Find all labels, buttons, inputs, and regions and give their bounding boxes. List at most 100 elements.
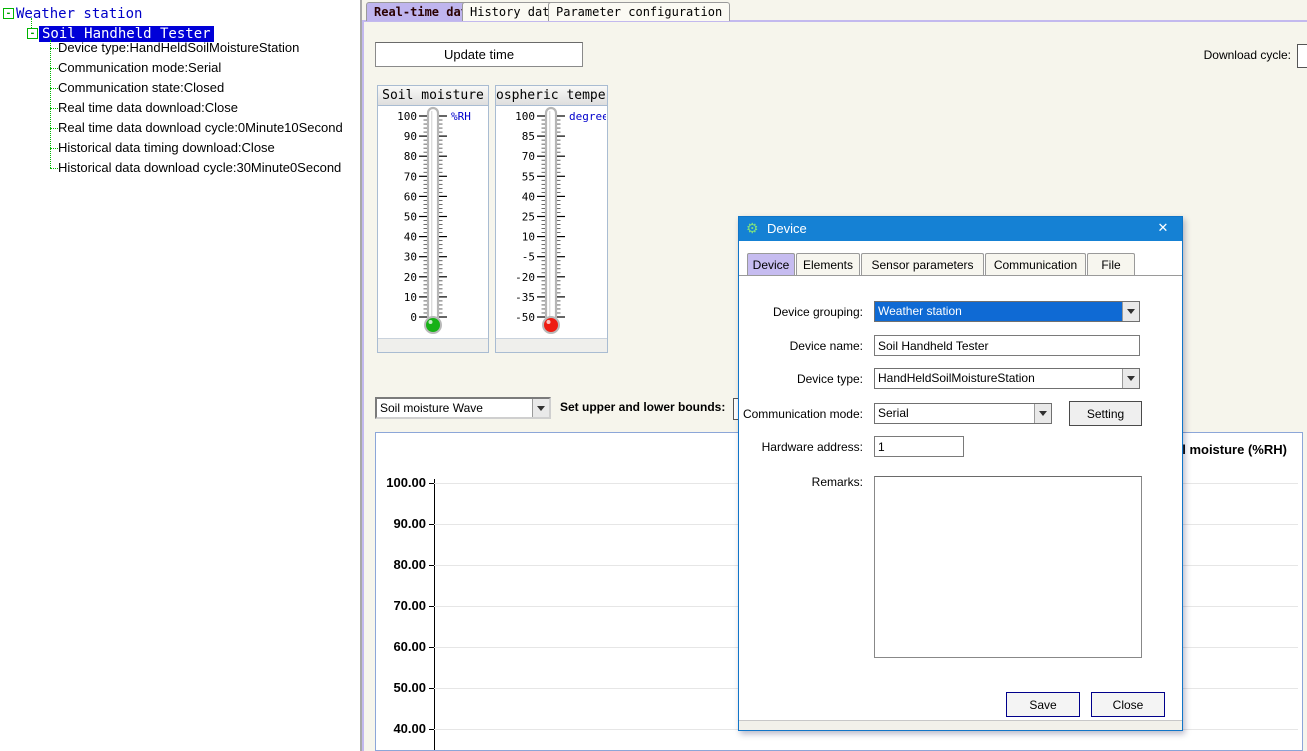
- collapse-icon-root[interactable]: -: [3, 8, 14, 19]
- svg-text:0: 0: [410, 311, 417, 324]
- collapse-icon-device[interactable]: -: [27, 28, 38, 39]
- svg-text:50: 50: [404, 211, 417, 224]
- device-grouping-label: Device grouping:: [739, 305, 863, 319]
- tree-connector: [50, 108, 58, 109]
- tree-leaf-historical-cycle[interactable]: Historical data download cycle:30Minute0…: [58, 158, 341, 178]
- chart-tick: [429, 688, 434, 689]
- chart-ytick-label: 100.00: [376, 475, 426, 490]
- tree-leaf-realtime-download[interactable]: Real time data download:Close: [58, 98, 238, 118]
- svg-text:55: 55: [522, 170, 535, 183]
- tree-connector: [50, 128, 58, 129]
- soil-moisture-thermometer: 1009080706050403020100%RH: [378, 106, 488, 338]
- gauge-title-atmospheric-temperature: ospheric temperat: [496, 86, 607, 106]
- chart-tick: [429, 729, 434, 730]
- svg-text:degree: degree: [569, 110, 606, 123]
- gauge-footer: [378, 338, 488, 352]
- save-button[interactable]: Save: [1006, 692, 1080, 717]
- communication-mode-combo[interactable]: Serial: [874, 403, 1052, 424]
- device-grouping-value: Weather station: [875, 302, 1122, 321]
- chart-y-axis: [434, 479, 435, 750]
- communication-mode-label: Communication mode:: [739, 407, 863, 421]
- dialog-tab-sensor-parameters[interactable]: Sensor parameters: [861, 253, 984, 276]
- soil-moisture-gauge: Soil moisture 1009080706050403020100%RH: [377, 85, 489, 353]
- dialog-tab-file[interactable]: File: [1087, 253, 1135, 276]
- gear-icon: ⚙: [746, 220, 759, 237]
- chevron-down-icon[interactable]: [1034, 404, 1051, 423]
- device-type-label: Device type:: [739, 372, 863, 386]
- svg-text:70: 70: [404, 170, 417, 183]
- chart-tick: [429, 524, 434, 525]
- dialog-tab-device[interactable]: Device: [747, 253, 795, 276]
- bounds-label: Set upper and lower bounds:: [560, 400, 725, 414]
- tree-connector: [50, 148, 58, 149]
- atmospheric-temperature-gauge: ospheric temperat 100857055402510-5-20-3…: [495, 85, 608, 353]
- tree-node-weather-station[interactable]: Weather station: [16, 4, 142, 22]
- chevron-down-icon[interactable]: [532, 399, 549, 417]
- svg-text:%RH: %RH: [451, 110, 471, 123]
- device-name-input[interactable]: [874, 335, 1140, 356]
- svg-text:-20: -20: [515, 271, 535, 284]
- dialog-footer: [739, 720, 1182, 730]
- chart-tick: [429, 647, 434, 648]
- svg-text:-5: -5: [522, 251, 535, 264]
- device-type-combo[interactable]: HandHeldSoilMoistureStation: [874, 368, 1140, 389]
- tree-leaf-communication-state[interactable]: Communication state:Closed: [58, 78, 224, 98]
- chart-ytick-label: 80.00: [376, 557, 426, 572]
- svg-text:40: 40: [404, 231, 417, 244]
- chart-ytick-label: 50.00: [376, 680, 426, 695]
- gauge-title-soil-moisture: Soil moisture: [378, 86, 488, 106]
- svg-text:100: 100: [397, 110, 417, 123]
- close-icon[interactable]: ✕: [1154, 220, 1172, 236]
- gauge-footer: [496, 338, 607, 352]
- chart-tick: [429, 565, 434, 566]
- device-dialog: ⚙ Device ✕ Device Elements Sensor parame…: [738, 216, 1183, 731]
- device-tree-panel: - Weather station - Soil Handheld Tester…: [0, 0, 362, 751]
- chart-tick: [429, 483, 434, 484]
- chart-ytick-label: 40.00: [376, 721, 426, 736]
- close-button[interactable]: Close: [1091, 692, 1165, 717]
- hardware-address-label: Hardware address:: [739, 440, 863, 454]
- remarks-label: Remarks:: [739, 475, 863, 489]
- atmospheric-temperature-thermometer: 100857055402510-5-20-35-50degree: [496, 106, 607, 338]
- chevron-down-icon[interactable]: [1122, 302, 1139, 321]
- setting-button[interactable]: Setting: [1069, 401, 1142, 426]
- svg-text:40: 40: [522, 190, 535, 203]
- svg-text:80: 80: [404, 150, 417, 163]
- tree-leaf-communication-mode[interactable]: Communication mode:Serial: [58, 58, 221, 78]
- device-grouping-combo[interactable]: Weather station: [874, 301, 1140, 322]
- tree-connector: [50, 68, 58, 69]
- chevron-down-icon[interactable]: [1122, 369, 1139, 388]
- dialog-title: Device: [767, 221, 807, 236]
- dialog-tab-elements[interactable]: Elements: [796, 253, 860, 276]
- svg-text:20: 20: [404, 271, 417, 284]
- device-name-label: Device name:: [739, 339, 863, 353]
- svg-text:90: 90: [404, 130, 417, 143]
- svg-text:85: 85: [522, 130, 535, 143]
- tree-connector: [50, 88, 58, 89]
- remarks-textarea[interactable]: [874, 476, 1142, 658]
- dialog-tab-divider: [739, 275, 1182, 276]
- download-cycle-label: Download cycle:: [1204, 48, 1291, 62]
- svg-text:100: 100: [515, 110, 535, 123]
- svg-text:10: 10: [404, 291, 417, 304]
- chart-ytick-label: 90.00: [376, 516, 426, 531]
- wave-select-value: Soil moisture Wave: [377, 399, 532, 417]
- tree-connector: [50, 48, 58, 49]
- tree-leaf-realtime-cycle[interactable]: Real time data download cycle:0Minute10S…: [58, 118, 343, 138]
- tree-root-label: Weather station: [16, 6, 142, 22]
- svg-text:-35: -35: [515, 291, 535, 304]
- svg-text:30: 30: [404, 251, 417, 264]
- svg-text:60: 60: [404, 190, 417, 203]
- device-type-value: HandHeldSoilMoistureStation: [875, 369, 1122, 388]
- dialog-titlebar[interactable]: ⚙ Device ✕: [739, 217, 1182, 241]
- tab-parameter-configuration[interactable]: Parameter configuration: [548, 2, 730, 21]
- tree-leaf-device-type[interactable]: Device type:HandHeldSoilMoistureStation: [58, 38, 299, 58]
- download-cycle-input[interactable]: [1297, 44, 1307, 68]
- chart-ytick-label: 70.00: [376, 598, 426, 613]
- dialog-tab-communication[interactable]: Communication: [985, 253, 1086, 276]
- communication-mode-value: Serial: [875, 404, 1034, 423]
- tree-leaf-historical-download[interactable]: Historical data timing download:Close: [58, 138, 275, 158]
- wave-select-combo[interactable]: Soil moisture Wave: [375, 397, 551, 419]
- hardware-address-input[interactable]: [874, 436, 964, 457]
- tree-connector: [50, 168, 58, 169]
